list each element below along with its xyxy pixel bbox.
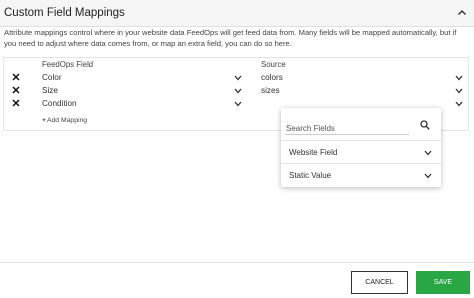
column-header-feedops-field: FeedOps Field	[42, 60, 94, 69]
option-label: Static Value	[289, 171, 332, 180]
remove-mapping-button[interactable]: ✕	[10, 98, 22, 110]
chevron-down-icon	[234, 75, 242, 81]
add-mapping-label: Add Mapping	[46, 117, 88, 124]
search-fields-input[interactable]	[285, 121, 407, 136]
chevron-down-icon	[424, 173, 432, 179]
mapping-row: ✕ Size sizes	[4, 85, 470, 97]
save-button[interactable]: SAVE	[416, 271, 470, 294]
cancel-button[interactable]: CANCEL	[351, 271, 408, 294]
option-static-value[interactable]: Static Value	[281, 164, 441, 186]
section-title: Custom Field Mappings	[4, 7, 125, 19]
footer-divider	[0, 262, 474, 263]
source-select[interactable]: sizes	[261, 85, 463, 97]
feedops-field-select[interactable]: Condition	[42, 98, 242, 110]
option-website-field[interactable]: Website Field	[281, 141, 441, 163]
chevron-down-icon	[234, 88, 242, 94]
feedops-field-value: Condition	[42, 99, 77, 108]
source-value: sizes	[261, 86, 280, 95]
remove-mapping-button[interactable]: ✕	[10, 72, 22, 84]
chevron-down-icon	[455, 101, 463, 107]
plus-icon: +	[42, 117, 46, 124]
feedops-field-value: Color	[42, 73, 62, 82]
source-select[interactable]: colors	[261, 72, 463, 84]
chevron-down-icon	[234, 101, 242, 107]
search-box	[285, 118, 409, 136]
option-label: Website Field	[289, 148, 338, 157]
search-icon[interactable]	[420, 120, 430, 130]
chevron-up-icon[interactable]	[457, 8, 467, 18]
feedops-field-select[interactable]: Size	[42, 85, 242, 97]
source-value: colors	[261, 73, 283, 82]
column-header-source: Source	[261, 60, 286, 69]
remove-mapping-button[interactable]: ✕	[10, 85, 22, 97]
section-description: Attribute mappings control where in your…	[4, 28, 457, 48]
mapping-row: ✕ Color colors	[4, 72, 470, 84]
section-header[interactable]: Custom Field Mappings	[0, 0, 474, 27]
chevron-down-icon	[455, 75, 463, 81]
chevron-down-icon	[424, 150, 432, 156]
chevron-down-icon	[455, 88, 463, 94]
add-mapping-button[interactable]: +Add Mapping	[42, 117, 87, 124]
feedops-field-select[interactable]: Color	[42, 72, 242, 84]
feedops-field-value: Size	[42, 86, 58, 95]
source-dropdown-menu: Website Field Static Value	[281, 108, 441, 187]
